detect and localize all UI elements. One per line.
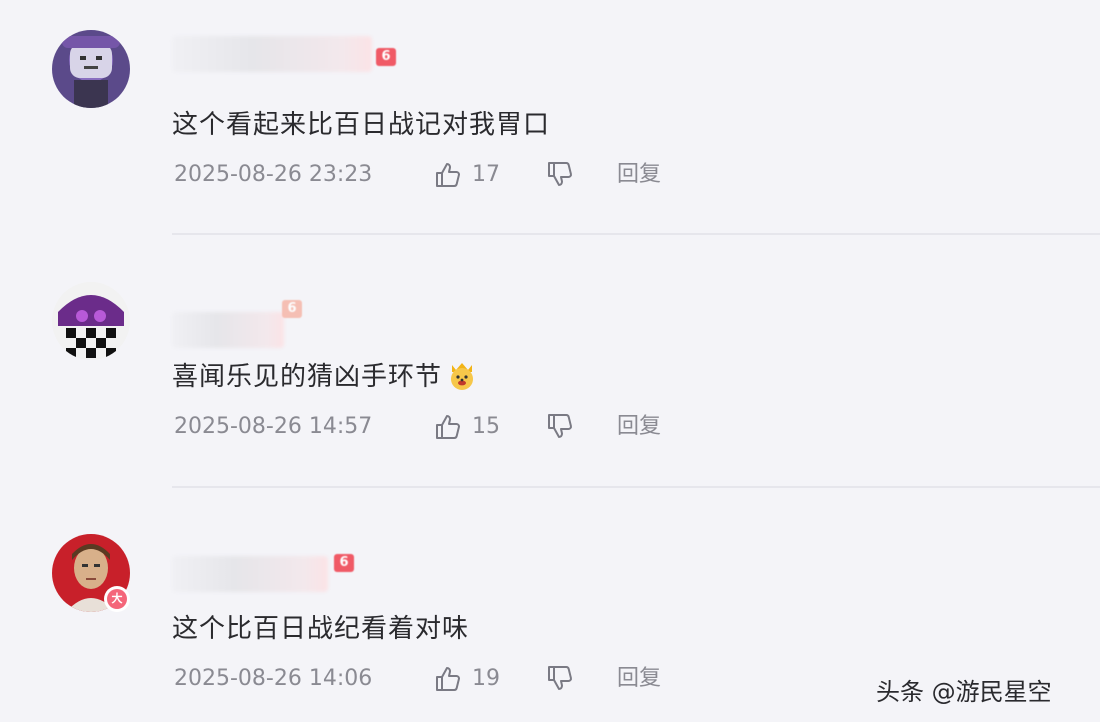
dislike-button[interactable] xyxy=(546,664,574,692)
thumbs-down-icon xyxy=(546,412,574,440)
comment-text: 这个比百日战纪看着对味 xyxy=(172,614,470,644)
comment-text: 这个看起来比百日战记对我胃口 xyxy=(172,110,551,140)
dog-crown-emoji-icon xyxy=(446,359,478,391)
comment-time: 2025-08-26 14:57 xyxy=(174,414,373,439)
dislike-button[interactable] xyxy=(546,412,574,440)
divider xyxy=(172,233,1100,235)
thumbs-up-icon xyxy=(434,413,462,441)
level-badge: 6 xyxy=(282,300,302,318)
level-badge: 6 xyxy=(334,554,354,572)
comment-time: 2025-08-26 23:23 xyxy=(174,162,373,187)
reply-button[interactable]: 回复 xyxy=(617,664,661,694)
like-button[interactable]: 19 xyxy=(434,664,500,694)
avatar[interactable] xyxy=(52,282,130,360)
watermark: 头条 @游民星空 xyxy=(876,678,1052,706)
level-badge: 6 xyxy=(376,48,396,66)
like-count: 15 xyxy=(472,414,500,439)
like-count: 17 xyxy=(472,162,500,187)
dislike-button[interactable] xyxy=(546,160,574,188)
thumbs-down-icon xyxy=(546,160,574,188)
thumbs-down-icon xyxy=(546,664,574,692)
like-count: 19 xyxy=(472,666,500,691)
comment-text: 喜闻乐见的猜凶手环节 xyxy=(172,356,478,393)
avatar[interactable] xyxy=(52,30,130,108)
like-button[interactable]: 17 xyxy=(434,160,500,190)
divider xyxy=(172,486,1100,488)
username-blurred[interactable] xyxy=(172,36,372,72)
comment-time: 2025-08-26 14:06 xyxy=(174,666,373,691)
comment-text-content: 喜闻乐见的猜凶手环节 xyxy=(172,362,443,392)
vip-badge: 大 xyxy=(104,586,130,612)
reply-button[interactable]: 回复 xyxy=(617,160,661,190)
username-blurred[interactable] xyxy=(172,556,328,592)
reply-button[interactable]: 回复 xyxy=(617,412,661,442)
username-blurred[interactable] xyxy=(172,312,284,348)
thumbs-up-icon xyxy=(434,665,462,693)
vip-badge-label: 大 xyxy=(107,589,127,609)
like-button[interactable]: 15 xyxy=(434,412,500,442)
thumbs-up-icon xyxy=(434,161,462,189)
